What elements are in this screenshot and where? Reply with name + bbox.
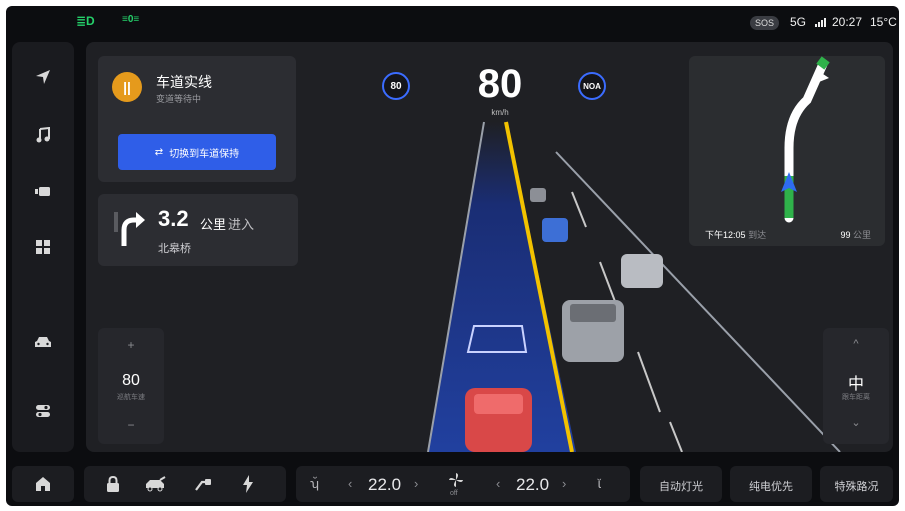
temp-right-up-button[interactable]: › — [562, 476, 566, 491]
car-infotainment-screen: ≣D ≡0≡ SOS 5G 20:27 15°C || 车道实线 变道等待中 ⇄… — [6, 6, 899, 506]
switch-button-label: 切换到车道保持 — [169, 148, 240, 160]
distance-up-button[interactable]: ^ — [823, 338, 889, 350]
speed-limit-badge: 80 — [382, 72, 410, 100]
temp-left-up-button[interactable]: › — [414, 476, 418, 491]
trunk-icon[interactable] — [144, 476, 166, 492]
car-suv-window — [570, 304, 616, 322]
music-icon[interactable] — [32, 124, 54, 146]
car-far — [530, 188, 546, 202]
seat-heat-left-icon[interactable]: ʮ̆ — [310, 476, 319, 491]
high-beam-icon: ≣D — [76, 14, 95, 28]
turn-instruction-card: 3.2 公里 进入 北皋桥 — [98, 194, 298, 266]
ev-priority-label: 纯电优先 — [749, 481, 793, 493]
sos-badge[interactable]: SOS — [750, 16, 780, 30]
turn-distance-unit: 公里 — [200, 217, 227, 232]
lane-subtitle: 变道等待中 — [156, 94, 202, 104]
cruise-minus-button[interactable]: − — [98, 418, 164, 432]
apps-grid-icon[interactable] — [32, 236, 54, 258]
cruise-plus-button[interactable]: + — [98, 338, 164, 352]
eta-label: 下午 — [705, 230, 724, 240]
fog-light-icon: ≡0≡ — [122, 14, 140, 25]
cruise-speed-value: 80 — [122, 372, 140, 389]
speed-unit: km/h — [491, 108, 509, 117]
lightning-icon[interactable] — [242, 475, 254, 493]
temp-left-down-button[interactable]: ‹ — [348, 476, 352, 491]
home-button[interactable] — [12, 466, 74, 502]
lane-dash — [599, 261, 617, 305]
ego-car-windshield — [474, 394, 523, 414]
temp-right-value: 22.0 — [516, 475, 550, 494]
lane-warning-icon: || — [112, 72, 142, 102]
climate-controls: ʮ̆ ‹ 22.0 › off ‹ 22.0 › ɩ̆ — [296, 466, 630, 502]
special-road-label: 特殊路况 — [834, 481, 879, 493]
lane-dash — [669, 421, 683, 452]
auto-lights-button[interactable]: 自动灯光 — [640, 466, 722, 502]
network-label: 5G — [790, 15, 807, 29]
cruise-speed-label: 巡航车速 — [117, 394, 145, 401]
distance-down-button[interactable]: ⌄ — [823, 416, 889, 429]
lane-dash — [637, 351, 661, 413]
auto-lights-label: 自动灯光 — [659, 481, 703, 493]
driving-visualization: || 车道实线 变道等待中 ⇄ 切换到车道保持 3.2 公里 进入 北皋桥 80… — [86, 42, 893, 452]
outside-temperature: 15°C — [870, 15, 897, 29]
special-road-button[interactable]: 特殊路况 — [820, 466, 893, 502]
swap-icon: ⇄ — [154, 146, 164, 158]
lane-title: 车道实线 — [156, 74, 212, 90]
following-distance-control: ^ 中 跟车距离 ⌄ — [823, 328, 889, 444]
remaining-distance-value: 99 — [840, 230, 851, 240]
navigation-icon[interactable] — [32, 66, 54, 88]
temp-right-down-button[interactable]: ‹ — [496, 476, 500, 491]
current-speed: 80 — [477, 62, 523, 106]
noa-badge[interactable]: NOA — [578, 72, 606, 100]
vehicle-quick-controls — [84, 466, 286, 502]
eta-suffix: 到达 — [748, 230, 767, 240]
seat-heat-right-icon[interactable]: ɩ̆ — [598, 476, 601, 491]
minimap[interactable]: 下午12:05 到达 99 公里 — [689, 56, 885, 246]
cruise-speed-control: + 80 巡航车速 − — [98, 328, 164, 444]
camera-icon[interactable] — [32, 180, 54, 202]
lane-dash — [571, 191, 587, 228]
fan-status: off — [450, 490, 458, 497]
following-distance-value: 中 — [847, 376, 864, 393]
charge-port-icon[interactable] — [194, 476, 212, 492]
vehicle-icon[interactable] — [32, 332, 54, 354]
turn-road-name: 北皋桥 — [158, 243, 191, 255]
home-icon — [36, 477, 50, 491]
car-blue — [542, 218, 568, 242]
turn-right-icon — [114, 212, 145, 246]
bottom-dock: ʮ̆ ‹ 22.0 › off ‹ 22.0 › ɩ̆ 自动灯光 纯电优先 特殊… — [6, 460, 899, 506]
ev-priority-button[interactable]: 纯电优先 — [730, 466, 812, 502]
clock: 20:27 — [832, 15, 863, 29]
switch-to-lane-keep-button[interactable]: ⇄ 切换到车道保持 — [118, 134, 276, 170]
following-distance-label: 跟车距离 — [842, 394, 870, 401]
temp-left-value: 22.0 — [368, 475, 402, 494]
route-line — [781, 56, 830, 223]
remaining-distance-unit: 公里 — [852, 230, 871, 240]
lock-icon[interactable] — [106, 476, 120, 492]
eta-time: 12:05 — [723, 230, 746, 240]
controls-toggle-icon[interactable] — [32, 400, 54, 422]
status-bar: ≣D ≡0≡ SOS 5G 20:27 15°C — [6, 6, 899, 38]
eta: 下午12:05 到达 — [705, 228, 766, 241]
car-silver — [621, 254, 663, 288]
signal-icon — [815, 17, 829, 27]
turn-action: 进入 — [228, 217, 255, 232]
fan-icon[interactable] — [448, 472, 464, 488]
side-nav — [12, 42, 74, 452]
lane-status-card: || 车道实线 变道等待中 ⇄ 切换到车道保持 — [98, 56, 296, 182]
remaining-distance: 99 公里 — [840, 228, 871, 241]
turn-distance: 3.2 — [158, 206, 189, 231]
